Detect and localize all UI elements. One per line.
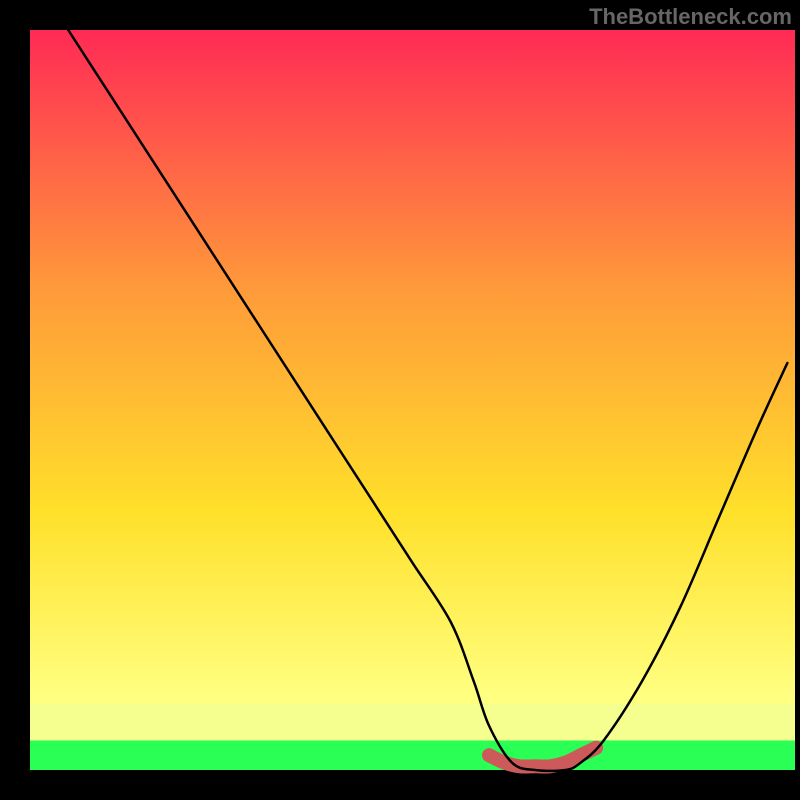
yellow-transition-band [30, 703, 795, 740]
plot-background [30, 30, 795, 770]
optimal-green-band [30, 740, 795, 770]
chart-container: TheBottleneck.com [0, 0, 800, 800]
watermark-text: TheBottleneck.com [589, 4, 792, 30]
bottleneck-chart [0, 0, 800, 800]
